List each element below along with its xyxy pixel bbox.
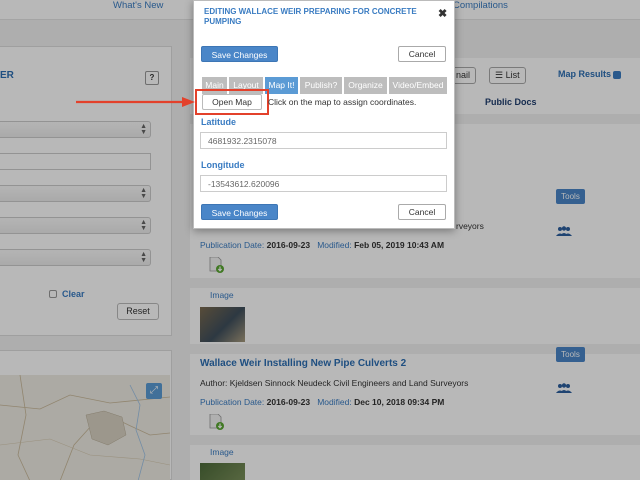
open-map-highlight	[195, 89, 269, 115]
tab-map-it[interactable]: Map It!	[265, 77, 299, 94]
tab-publish[interactable]: Publish?	[300, 77, 343, 94]
save-changes-button[interactable]: Save Changes	[201, 46, 278, 62]
longitude-field[interactable]	[200, 175, 447, 192]
map-hint-text: Click on the map to assign coordinates.	[268, 97, 417, 107]
close-icon[interactable]: ✖	[438, 7, 447, 20]
longitude-label: Longitude	[201, 160, 245, 170]
latitude-label: Latitude	[201, 117, 236, 127]
cancel-button[interactable]: Cancel	[398, 46, 446, 62]
modal-title: Editing Wallace Weir Preparing for Concr…	[204, 7, 417, 26]
cancel-button-bottom[interactable]: Cancel	[398, 204, 446, 220]
callout-arrow-icon	[76, 97, 195, 107]
save-changes-button-bottom[interactable]: Save Changes	[201, 204, 278, 220]
tab-organize[interactable]: Organize	[344, 77, 388, 94]
tab-video-embed[interactable]: Video/Embed	[389, 77, 448, 94]
latitude-field[interactable]	[200, 132, 447, 149]
